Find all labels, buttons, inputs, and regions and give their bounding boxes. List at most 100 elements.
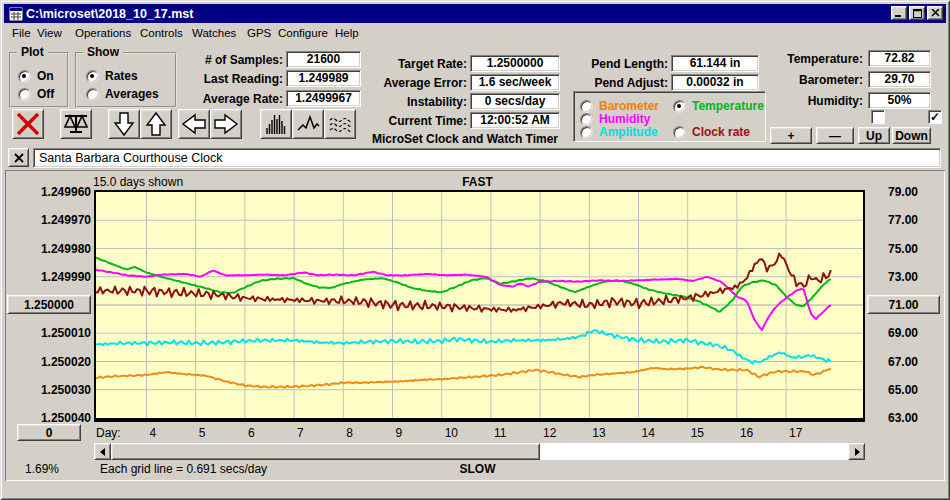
humidity-radio[interactable]	[580, 113, 593, 126]
checkbox-left[interactable]	[871, 110, 885, 124]
balance-icon	[62, 112, 90, 136]
menu-watches[interactable]: Watches	[192, 27, 236, 39]
checkbox-right[interactable]: ✓	[928, 110, 942, 124]
pend-length-label: Pend Length:	[560, 57, 668, 71]
menu-gps[interactable]: GPS	[247, 27, 271, 39]
scroll-left-button[interactable]	[94, 443, 111, 460]
smooth-icon	[328, 112, 352, 136]
menu-controls[interactable]: Controls	[140, 27, 183, 39]
y-axis-right-label: 69.00	[871, 325, 935, 341]
maximize-button[interactable]	[909, 6, 925, 20]
day-tick-label: 13	[592, 426, 605, 440]
scroll-right-button[interactable]	[848, 443, 865, 460]
scroll-right-icon	[853, 448, 861, 456]
show-rates-radio[interactable]	[86, 70, 99, 83]
shift-right-button[interactable]	[210, 109, 242, 139]
barometer-field-label: Barometer:	[745, 73, 863, 87]
day-tick-label: 4	[150, 426, 157, 440]
zero-button[interactable]: 0	[17, 424, 81, 441]
instability-value: 0 secs/day	[470, 93, 560, 110]
title-bar: C:\microset\2018_10_17.mst	[4, 4, 946, 23]
y-axis-left-label: 1.249960	[5, 184, 91, 200]
menu-help[interactable]: Help	[335, 27, 359, 39]
day-tick-label: 17	[789, 426, 802, 440]
scroll-left-icon	[99, 448, 107, 456]
plot-off-radio[interactable]	[18, 88, 31, 101]
day-axis-label: Day:	[96, 426, 121, 440]
y-axis-right-label: 77.00	[871, 212, 935, 228]
histogram-button[interactable]	[260, 109, 292, 139]
window-title: C:\microset\2018_10_17.mst	[26, 7, 193, 21]
temperature-radio[interactable]	[673, 100, 686, 113]
slow-label: SLOW	[94, 462, 861, 476]
day-tick-label: 16	[740, 426, 753, 440]
histogram-icon	[264, 112, 288, 136]
humidity-field-label: Humidity:	[745, 94, 863, 108]
arrow-up-icon	[144, 111, 168, 137]
right-axis-center-button[interactable]: 71.00	[867, 295, 940, 314]
y-axis-left-label: 1.249990	[5, 269, 91, 285]
shift-up-button[interactable]	[140, 109, 172, 139]
delete-icon	[15, 112, 41, 136]
menu-view[interactable]: View	[37, 27, 62, 39]
day-tick-label: 9	[396, 426, 403, 440]
plus-button[interactable]: +	[770, 127, 812, 144]
minimize-icon	[895, 9, 903, 17]
amplitude-label: Amplitude	[599, 125, 658, 139]
wave-button[interactable]	[292, 109, 324, 139]
plot-on-radio[interactable]	[18, 70, 31, 83]
plot-group-caption: Plot	[17, 45, 48, 59]
chart-canvas	[96, 192, 863, 418]
clock-rate-label: Clock rate	[692, 125, 750, 139]
samples-value: 21600	[286, 51, 361, 68]
up-button[interactable]: Up	[858, 127, 890, 144]
plot-on-label: On	[37, 69, 54, 83]
minus-button[interactable]: —	[816, 127, 854, 144]
clock-rate-radio[interactable]	[673, 126, 686, 139]
day-tick-label: 7	[297, 426, 304, 440]
show-averages-radio[interactable]	[86, 88, 99, 101]
y-axis-right-label: 75.00	[871, 241, 935, 257]
current-time-value: 12:00:52 AM	[470, 112, 560, 129]
day-tick-label: 6	[248, 426, 255, 440]
minimize-button[interactable]	[891, 6, 907, 20]
maximize-icon	[913, 9, 922, 18]
menu-file[interactable]: File	[12, 27, 31, 39]
average-error-label: Average Error:	[360, 76, 467, 90]
delete-button[interactable]	[12, 109, 44, 139]
shift-left-button[interactable]	[178, 109, 210, 139]
average-error-value: 1.6 sec/week	[470, 74, 560, 91]
day-tick-label: 10	[445, 426, 458, 440]
day-tick-label: 5	[199, 426, 206, 440]
balance-button[interactable]	[60, 109, 92, 139]
show-group-caption: Show	[83, 45, 123, 59]
day-tick-label: 14	[642, 426, 655, 440]
last-reading-value: 1.249989	[286, 70, 361, 87]
menu-operations[interactable]: Operations	[75, 27, 131, 39]
clear-name-button[interactable]	[8, 148, 29, 167]
down-button[interactable]: Down	[892, 127, 931, 144]
scrollbar-thumb[interactable]	[111, 443, 540, 460]
shift-down-button[interactable]	[108, 109, 140, 139]
menu-configure[interactable]: Configure	[278, 27, 328, 39]
y-axis-right-label: 79.00	[871, 184, 935, 200]
y-axis-left-label: 1.250010	[5, 325, 91, 341]
close-button[interactable]	[927, 6, 943, 20]
plot-area	[94, 190, 865, 422]
left-axis-center-button[interactable]: 1.250000	[7, 295, 91, 314]
last-reading-label: Last Reading:	[180, 72, 283, 86]
y-axis-right-label: 65.00	[871, 382, 935, 398]
amplitude-radio[interactable]	[580, 126, 593, 139]
barometer-radio[interactable]	[580, 100, 593, 113]
menu-bar: File View Operations Controls Watches GP…	[4, 23, 946, 42]
y-axis-left-label: 1.250030	[5, 382, 91, 398]
plot-off-label: Off	[37, 87, 54, 101]
current-time-label: Current Time:	[360, 114, 467, 128]
target-rate-label: Target Rate:	[360, 57, 467, 71]
app-icon	[9, 7, 23, 21]
target-rate-value: 1.2500000	[470, 55, 560, 72]
y-axis-left-label: 1.250040	[5, 410, 91, 426]
clock-name-input[interactable]: Santa Barbara Courthouse Clock	[33, 148, 941, 168]
chart-scrollbar	[94, 443, 865, 460]
smooth-button[interactable]	[324, 109, 356, 139]
